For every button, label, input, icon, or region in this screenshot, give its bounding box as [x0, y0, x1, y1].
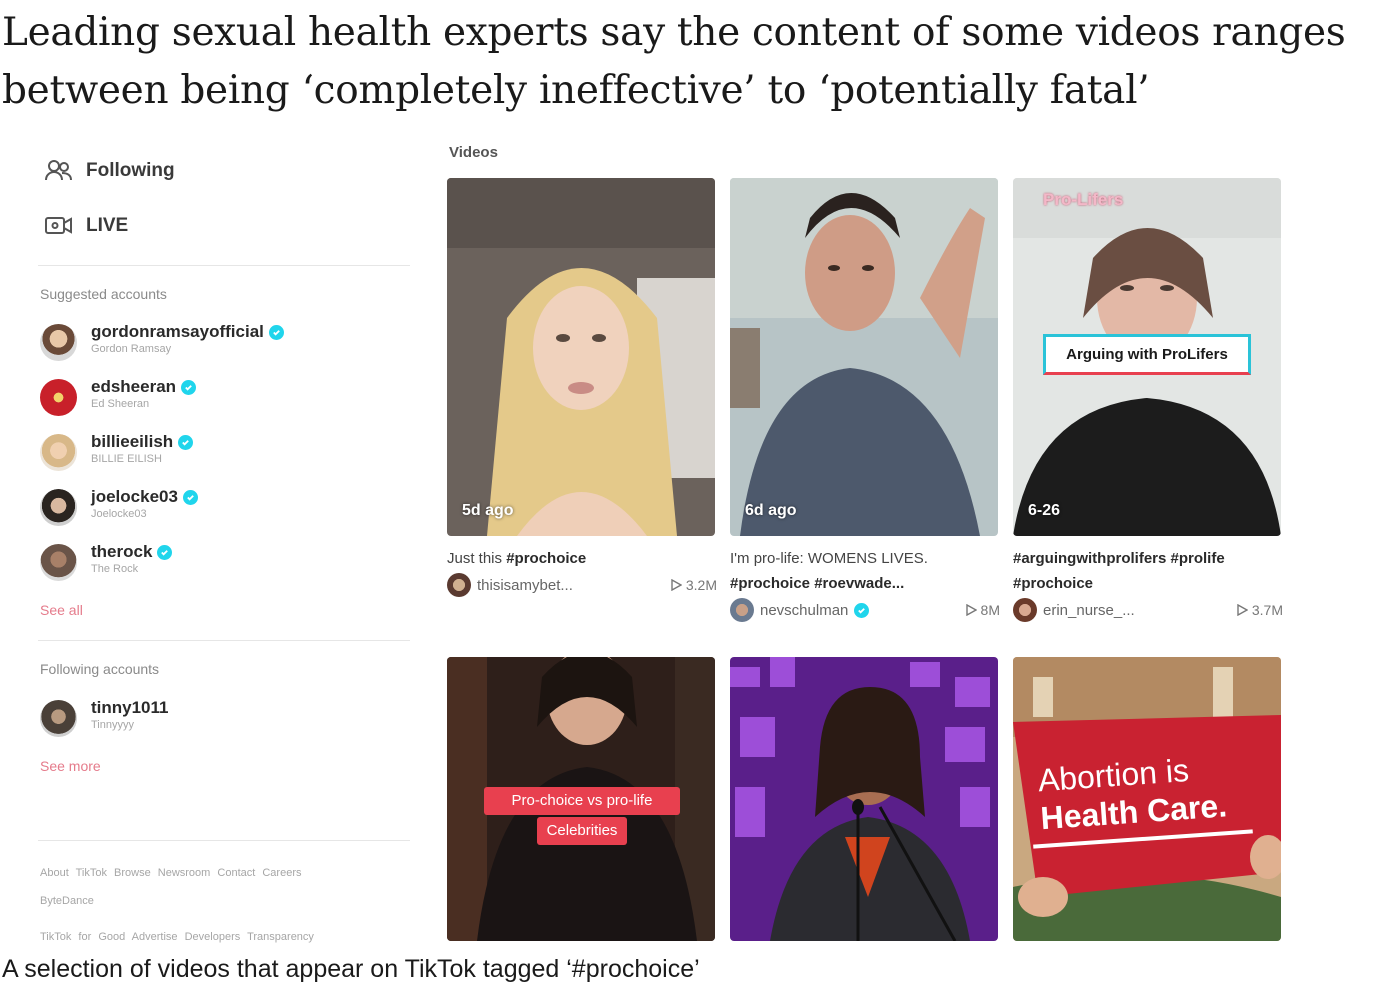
avatar	[730, 598, 754, 622]
video-meta: #arguingwithprolifers #prolife #prochoic…	[1013, 546, 1283, 622]
account-handle: tinny1011	[91, 698, 169, 717]
avatar	[40, 489, 77, 526]
avatar	[447, 573, 471, 597]
video-frame-image	[447, 178, 715, 536]
video-hashtags[interactable]: #prochoice	[1013, 575, 1093, 592]
image-caption: A selection of videos that appear on Tik…	[2, 955, 700, 983]
suggested-account[interactable]: edsheeran Ed Sheeran	[40, 377, 197, 416]
account-handle: therock	[91, 542, 153, 561]
video-thumbnail[interactable]: Pro-Lifers Arguing with ProLifers 6-26	[1013, 178, 1281, 536]
following-accounts-title: Following accounts	[40, 661, 160, 677]
video-description-text: I'm pro-life: WOMENS LIVES.	[730, 550, 928, 567]
video-frame-image	[730, 657, 998, 941]
account-handle: gordonramsayofficial	[91, 322, 264, 341]
suggested-account[interactable]: gordonramsayofficial Gordon Ramsay	[40, 322, 284, 361]
video-author-name: thisisamybet...	[477, 576, 573, 594]
suggested-accounts-title: Suggested accounts	[40, 286, 167, 302]
footer-company[interactable]: ByteDance	[40, 895, 94, 907]
video-hashtags[interactable]: #prochoice	[506, 550, 586, 567]
video-description[interactable]: #arguingwithprolifers #prolife #prochoic…	[1013, 546, 1283, 596]
video-hashtags[interactable]: #prochoice #roevwade...	[730, 575, 904, 592]
video-thumbnail[interactable]: Pro-choice vs pro-life Celebrities	[447, 657, 715, 941]
video-description-text: Just this	[447, 550, 507, 567]
video-date: 6-26	[1028, 502, 1061, 519]
avatar	[40, 434, 77, 471]
videos-heading: Videos	[449, 144, 498, 158]
footer-links-secondary[interactable]: TikTok for Good Advertise Developers Tra…	[40, 931, 314, 943]
video-author[interactable]: nevschulman	[730, 598, 870, 622]
account-name: Tinnyyyy	[91, 719, 134, 731]
people-icon	[45, 160, 72, 181]
footer-links[interactable]: About TikTok Browse Newsroom Contact Car…	[40, 867, 301, 879]
view-count: 3.7M	[1236, 602, 1283, 618]
avatar	[40, 544, 77, 581]
verified-icon	[157, 544, 173, 560]
video-overlay-top: Pro-Lifers	[1043, 190, 1124, 209]
sidebar-divider	[38, 640, 410, 641]
play-icon	[671, 579, 682, 591]
video-author-name: nevschulman	[760, 601, 849, 619]
verified-icon	[854, 602, 870, 618]
live-camera-icon	[45, 217, 72, 234]
video-author[interactable]: thisisamybet...	[447, 573, 573, 597]
account-handle: joelocke03	[91, 487, 178, 506]
verified-icon	[181, 379, 197, 395]
sidebar-divider	[38, 840, 410, 841]
sidebar: Following LIVE Suggested accounts gordon…	[38, 150, 413, 945]
video-overlay-caption: Pro-choice vs pro-life Celebrities	[484, 787, 680, 845]
avatar	[40, 324, 77, 361]
video-date: 5d ago	[462, 502, 514, 519]
overlay-line: Celebrities	[536, 817, 628, 845]
avatar	[40, 379, 77, 416]
article-headline: Leading sexual health experts say the co…	[2, 10, 1346, 113]
video-hashtags[interactable]: #arguingwithprolifers #prolife	[1013, 550, 1225, 567]
nav-following-label: Following	[86, 160, 175, 181]
account-handle: billieeilish	[91, 432, 174, 451]
play-icon	[965, 604, 977, 616]
video-description[interactable]: Just this #prochoice	[447, 546, 717, 571]
video-thumbnail[interactable]: 6d ago	[730, 178, 998, 536]
account-name: Gordon Ramsay	[91, 343, 172, 355]
avatar	[1013, 598, 1037, 622]
play-icon	[1237, 604, 1248, 616]
verified-icon	[268, 324, 284, 340]
view-count-value: 3.2M	[685, 577, 717, 593]
nav-live-label: LIVE	[86, 215, 129, 236]
view-count-value: 8M	[980, 602, 1000, 618]
view-count: 3.2M	[670, 577, 717, 593]
nav-following[interactable]: Following	[44, 158, 175, 184]
video-thumbnail[interactable]: Abortion is Health Care.	[1013, 657, 1281, 941]
account-name: Ed Sheeran	[91, 398, 150, 410]
video-author-name: erin_nurse_...	[1043, 601, 1135, 619]
video-thumbnail[interactable]: 5d ago	[447, 178, 715, 536]
video-overlay-caption: Arguing with ProLifers	[1043, 334, 1251, 375]
video-date: 6d ago	[745, 502, 797, 519]
account-handle: edsheeran	[91, 377, 177, 396]
suggested-account[interactable]: billieeilish BILLIE EILISH	[40, 432, 194, 471]
suggested-account[interactable]: therock The Rock	[40, 542, 173, 581]
video-frame-image	[730, 178, 998, 536]
account-name: BILLIE EILISH	[91, 453, 162, 465]
video-meta: Just this #prochoice thisisamybet... 3.2…	[447, 546, 717, 597]
see-all-link[interactable]: See all	[40, 602, 83, 618]
video-thumbnail[interactable]	[730, 657, 998, 941]
video-meta: I'm pro-life: WOMENS LIVES. #prochoice #…	[730, 546, 1000, 622]
view-count-value: 3.7M	[1251, 602, 1283, 618]
verified-icon	[178, 434, 194, 450]
overlay-line: Pro-choice vs pro-life	[484, 787, 680, 815]
nav-live[interactable]: LIVE	[44, 213, 128, 239]
video-description[interactable]: I'm pro-life: WOMENS LIVES. #prochoice #…	[730, 546, 1000, 596]
see-more-link[interactable]: See more	[40, 758, 101, 774]
sidebar-divider	[38, 265, 410, 266]
following-account[interactable]: tinny1011 Tinnyyyy	[40, 698, 169, 737]
avatar	[40, 700, 77, 737]
verified-icon	[182, 489, 198, 505]
suggested-account[interactable]: joelocke03 Joelocke03	[40, 487, 198, 526]
account-name: Joelocke03	[91, 508, 147, 520]
account-name: The Rock	[91, 563, 139, 575]
view-count: 8M	[965, 602, 1000, 618]
video-author[interactable]: erin_nurse_...	[1013, 598, 1135, 622]
